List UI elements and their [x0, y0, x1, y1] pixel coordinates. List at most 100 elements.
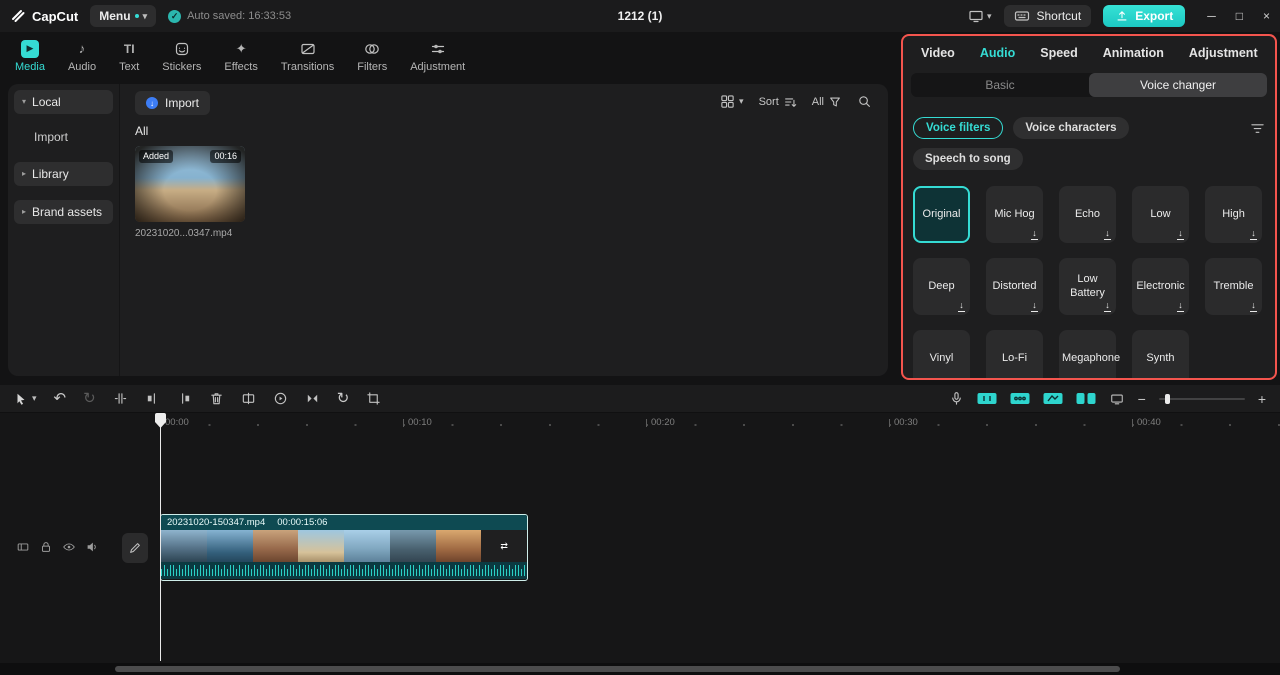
ribbon-tab-stickers[interactable]: Stickers	[162, 39, 201, 82]
voice-tile-label: Electronic	[1136, 279, 1185, 292]
export-button[interactable]: Export	[1103, 5, 1186, 27]
mirror-canvas-button[interactable]	[241, 390, 256, 408]
timeline-zoom-slider[interactable]	[1158, 393, 1245, 404]
zoom-out-button[interactable]: −	[1138, 390, 1146, 408]
tab-audio[interactable]: Audio	[980, 46, 1015, 60]
voice-filter-sort-button[interactable]	[1250, 121, 1265, 136]
speech-to-song-pill[interactable]: Speech to song	[913, 148, 1023, 170]
smart-tool-b-button[interactable]	[1010, 390, 1030, 408]
voice-tile-label: Megaphone	[1062, 351, 1121, 364]
draft-edit-button[interactable]	[122, 533, 148, 563]
ruler-label: 00:20	[646, 417, 675, 428]
filter-all-button[interactable]: All	[812, 95, 842, 109]
subtab-voice-changer[interactable]: Voice changer	[1089, 73, 1267, 97]
crop-button[interactable]	[366, 390, 381, 408]
smart-tool-c-button[interactable]	[1043, 390, 1063, 408]
voice-tile-high[interactable]: High ↓	[1205, 186, 1262, 243]
voice-tile-synth[interactable]: Synth	[1132, 330, 1189, 378]
sidebar-item-brand-assets[interactable]: ▸ Brand assets	[14, 200, 113, 224]
ribbon-tab-adjustment[interactable]: Adjustment	[410, 39, 465, 82]
import-media-button[interactable]: ↓ Import	[135, 91, 211, 115]
voice-category-row2: Speech to song	[913, 148, 1265, 170]
speed-button[interactable]	[273, 390, 288, 408]
media-browser-panel: ▾ Local Import ▸ Library ▸ Brand assets …	[8, 84, 888, 376]
voice-tile-deep[interactable]: Deep ↓	[913, 258, 970, 315]
zoom-in-button[interactable]: +	[1258, 390, 1266, 408]
smart-tool-a-button[interactable]	[977, 390, 997, 408]
voice-filters-pill[interactable]: Voice filters	[913, 117, 1004, 139]
zoom-slider-handle[interactable]	[1164, 393, 1170, 404]
lock-icon[interactable]	[39, 540, 53, 554]
voice-tile-low[interactable]: Low ↓	[1132, 186, 1189, 243]
sidebar-item-local[interactable]: ▾ Local	[14, 90, 113, 114]
media-thumbnail[interactable]: Added 00:16	[135, 146, 245, 222]
voice-tile-echo[interactable]: Echo ↓	[1059, 186, 1116, 243]
track-controls	[16, 540, 99, 554]
transitions-icon	[300, 39, 316, 58]
menu-button[interactable]: Menu ▾	[90, 5, 157, 27]
voice-tile-mic-hog[interactable]: Mic Hog ↓	[986, 186, 1043, 243]
voice-tile-tremble[interactable]: Tremble ↓	[1205, 258, 1262, 315]
voice-tile-distorted[interactable]: Distorted ↓	[986, 258, 1043, 315]
eye-icon[interactable]	[62, 540, 76, 554]
preview-axis-button[interactable]	[1109, 390, 1125, 408]
media-filename: 20231020...0347.mp4	[135, 228, 233, 239]
shortcut-button[interactable]: Shortcut	[1003, 5, 1092, 27]
undo-button[interactable]: ↶	[54, 390, 67, 408]
timeline-clip[interactable]: 20231020-150347.mp4 00:00:15:06 ⇄	[160, 514, 528, 581]
select-tool-button[interactable]: ▾	[14, 390, 37, 408]
ribbon-tab-media[interactable]: ▶ Media	[15, 39, 45, 82]
crop-icon	[367, 392, 380, 405]
voice-category-row: Voice filters Voice characters	[913, 117, 1265, 139]
close-button[interactable]: ×	[1263, 9, 1270, 23]
play-circle-icon	[274, 392, 286, 405]
tab-video[interactable]: Video	[921, 46, 955, 60]
timeline-scrollbar-thumb[interactable]	[115, 666, 1120, 672]
voice-characters-pill[interactable]: Voice characters	[1013, 117, 1129, 139]
voice-tile-low-battery[interactable]: Low Battery ↓	[1059, 258, 1116, 315]
display-layout-button[interactable]: ▾	[968, 8, 992, 24]
mute-icon[interactable]	[85, 540, 99, 554]
ribbon-tab-filters[interactable]: Filters	[357, 39, 387, 82]
voice-tile-lo-fi[interactable]: Lo-Fi	[986, 330, 1043, 378]
voice-tile-megaphone[interactable]: Megaphone	[1059, 330, 1120, 378]
timeline: ▾ ↶ ↻ ↻ − + 00:00 00:10 00:20 00:30 00:4…	[0, 385, 1280, 675]
window-controls: ─ □ ×	[1207, 9, 1270, 23]
sort-icon	[784, 97, 796, 107]
sort-button[interactable]: Sort	[759, 95, 797, 109]
ribbon-tab-audio[interactable]: ♪ Audio	[68, 39, 96, 82]
tab-speed[interactable]: Speed	[1040, 46, 1078, 60]
ribbon-tab-effects[interactable]: ✦ Effects	[224, 39, 257, 82]
delete-button[interactable]	[209, 390, 224, 408]
voice-tile-label: Original	[922, 207, 961, 220]
voice-tile-original[interactable]: Original	[913, 186, 970, 243]
ribbon-tab-text[interactable]: TI Text	[119, 39, 139, 82]
view-mode-button[interactable]: ▾	[720, 94, 744, 109]
voice-tile-label: Tremble	[1213, 279, 1254, 292]
voice-tile-vinyl[interactable]: Vinyl	[913, 330, 970, 378]
smart-tool-d-button[interactable]	[1076, 390, 1096, 408]
track-cover-icon[interactable]	[16, 540, 30, 554]
rotate-button[interactable]: ↻	[337, 390, 350, 408]
tab-animation[interactable]: Animation	[1103, 46, 1164, 60]
trim-left-button[interactable]	[145, 390, 160, 408]
ribbon-tab-transitions[interactable]: Transitions	[281, 39, 334, 82]
timeline-scrollbar-track	[0, 663, 1280, 675]
voice-tile-electronic[interactable]: Electronic ↓	[1132, 258, 1189, 315]
search-button[interactable]	[857, 94, 872, 109]
tab-adjustment[interactable]: Adjustment	[1189, 46, 1258, 60]
timeline-ruler[interactable]: 00:00 00:10 00:20 00:30 00:40	[0, 413, 1280, 433]
trim-right-button[interactable]	[177, 390, 192, 408]
pointer-icon	[17, 393, 25, 405]
subtab-basic[interactable]: Basic	[911, 73, 1089, 97]
minimize-button[interactable]: ─	[1207, 9, 1216, 23]
grid-view-icon	[721, 95, 734, 108]
redo-button[interactable]: ↻	[83, 390, 96, 408]
split-button[interactable]	[113, 390, 128, 408]
sidebar-item-library[interactable]: ▸ Library	[14, 162, 113, 186]
sidebar-item-import[interactable]: Import	[34, 130, 68, 144]
trim-right-icon	[181, 393, 189, 404]
record-voiceover-button[interactable]	[949, 390, 964, 408]
flip-button[interactable]	[305, 390, 320, 408]
maximize-button[interactable]: □	[1236, 9, 1243, 23]
